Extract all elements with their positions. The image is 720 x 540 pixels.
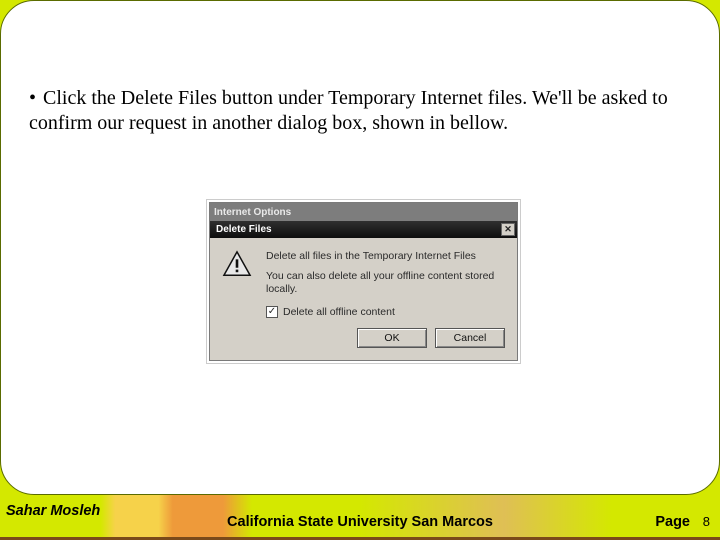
dialog-button-row: OK Cancel	[210, 328, 517, 360]
dialog-text: Delete all files in the Temporary Intern…	[266, 250, 505, 318]
footer-institution: California State University San Marcos	[0, 514, 720, 530]
footer-page-label: Page	[655, 514, 690, 530]
dialog-title: Delete Files	[216, 224, 272, 235]
dialog-line1: Delete all files in the Temporary Intern…	[266, 250, 505, 262]
slide-card: •Click the Delete Files button under Tem…	[0, 0, 720, 495]
dialog-line2: You can also delete all your offline con…	[266, 270, 505, 296]
dialog-parent-title: Internet Options	[214, 207, 291, 218]
dialog-body: Delete all files in the Temporary Intern…	[210, 238, 517, 328]
slide-frame: •Click the Delete Files button under Tem…	[0, 0, 720, 540]
checkbox-row[interactable]: ✓ Delete all offline content	[266, 306, 505, 318]
footer-page-number: 8	[703, 514, 710, 529]
dialog-window: Internet Options Delete Files ✕	[209, 202, 518, 361]
bullet-marker: •	[29, 86, 43, 111]
checkbox-label: Delete all offline content	[283, 306, 395, 318]
cancel-button[interactable]: Cancel	[435, 328, 505, 348]
dialog-parent-titlebar: Internet Options	[210, 203, 517, 221]
warning-icon	[222, 250, 252, 278]
bullet-paragraph: •Click the Delete Files button under Tem…	[29, 86, 689, 136]
dialog-titlebar: Delete Files ✕	[210, 221, 517, 238]
checkbox-icon[interactable]: ✓	[266, 306, 278, 318]
dialog-screenshot: Internet Options Delete Files ✕	[206, 199, 521, 364]
ok-button[interactable]: OK	[357, 328, 427, 348]
bullet-text: Click the Delete Files button under Temp…	[29, 87, 668, 134]
close-icon[interactable]: ✕	[501, 223, 515, 236]
